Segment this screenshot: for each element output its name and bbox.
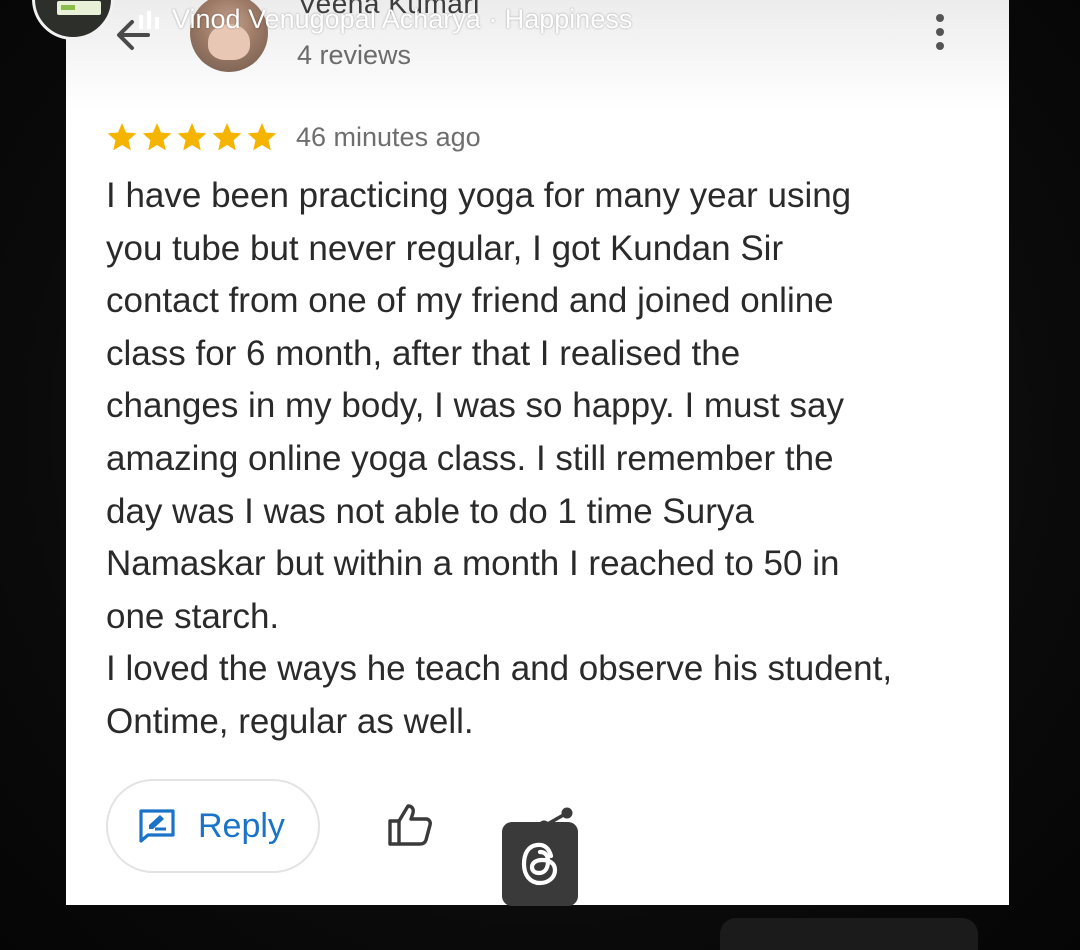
threads-logo-icon	[502, 822, 578, 906]
star-icon	[107, 123, 137, 151]
story-caption[interactable]: Vinod Venugopal Acharya · Happiness	[138, 4, 632, 35]
story-frame: Veena Kumari 4 reviews 46 minutes ago I …	[0, 0, 1080, 950]
review-timestamp: 46 minutes ago	[296, 121, 481, 152]
star-rating	[106, 121, 278, 153]
thumb-up-icon[interactable]	[386, 802, 434, 848]
star-icon	[212, 123, 242, 151]
reply-button[interactable]: Reply	[106, 779, 320, 873]
more-vert-icon[interactable]	[928, 14, 952, 54]
story-caption-text: Vinod Venugopal Acharya · Happiness	[172, 4, 633, 34]
star-icon	[177, 123, 207, 151]
profile-thumbnail-icon	[57, 1, 101, 15]
review-text-line: one starch.	[106, 596, 280, 636]
review-text-line: amazing online yoga class. I still remem…	[106, 438, 834, 478]
review-text-line: Ontime, regular as well.	[106, 701, 474, 741]
review-text-line: I loved the ways he teach and observe hi…	[106, 649, 893, 689]
audio-bars-icon	[139, 11, 159, 29]
review-text: I have been practicing yoga for many yea…	[106, 170, 986, 749]
bottom-input-pill[interactable]	[720, 918, 978, 950]
reviewer-review-count: 4 reviews	[297, 40, 412, 70]
star-icon	[247, 123, 277, 151]
rating-row: 46 minutes ago	[106, 121, 481, 153]
review-text-line: day was I was not able to do 1 time Sury…	[106, 491, 754, 531]
review-text-line: you tube but never regular, I got Kundan…	[106, 228, 784, 268]
star-icon	[142, 123, 172, 151]
review-text-line: I have been practicing yoga for many yea…	[106, 176, 852, 215]
review-text-line: changes in my body, I was so happy. I mu…	[106, 386, 844, 426]
reply-edit-icon	[139, 809, 175, 843]
reply-label: Reply	[198, 806, 285, 845]
review-text-line: class for 6 month, after that I realised…	[106, 333, 741, 373]
review-text-line: contact from one of my friend and joined…	[106, 281, 834, 321]
review-text-line: Namaskar but within a month I reached to…	[106, 544, 840, 584]
review-card: Veena Kumari 4 reviews 46 minutes ago I …	[66, 0, 1009, 905]
